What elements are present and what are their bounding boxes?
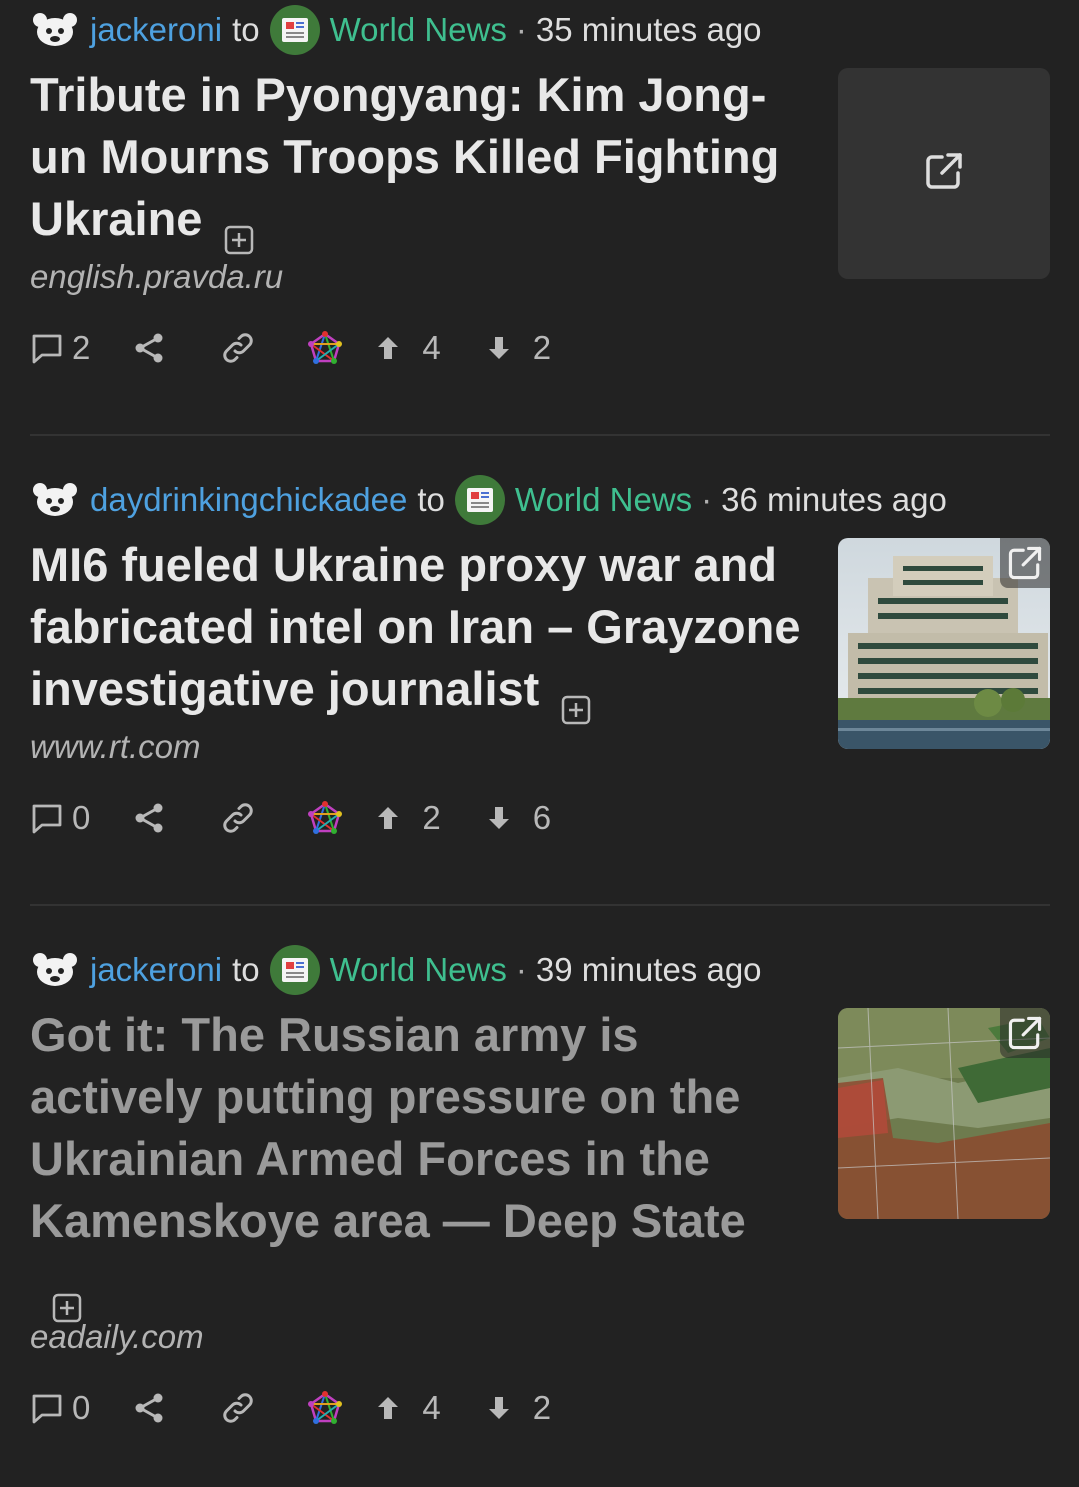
arrow-up-icon (378, 337, 399, 359)
community-link[interactable]: World News (330, 951, 507, 989)
external-link-icon (1000, 1008, 1050, 1058)
downvote-count: 2 (532, 329, 552, 366)
fediverse-button[interactable] (308, 801, 343, 835)
separator-dot: · (515, 951, 527, 988)
post-meta: daydrinkingchickadee to World News · 36 … (30, 475, 947, 525)
post-actions: 0 4 2 (30, 1383, 551, 1433)
post-meta: jackeroni to World News · 39 minutes ago (30, 945, 762, 995)
fediverse-icon (308, 331, 343, 364)
comment-count: 0 (72, 1389, 91, 1426)
post-domain[interactable]: eadaily.com (30, 1318, 204, 1356)
to-label: to (232, 11, 260, 48)
upvote-count: 4 (422, 1389, 441, 1426)
post-divider (30, 904, 1050, 906)
share-button[interactable] (132, 1391, 166, 1425)
upvote-button[interactable]: 4 (372, 329, 441, 367)
upvote-count: 4 (422, 329, 441, 366)
to-label: to (232, 951, 260, 988)
post-title-text[interactable]: MI6 fueled Ukraine proxy war and fabrica… (30, 538, 800, 715)
comments-button[interactable]: 2 (30, 329, 90, 367)
link-icon (223, 803, 254, 833)
share-icon (135, 333, 163, 363)
post-divider (30, 434, 1050, 436)
user-avatar-icon[interactable] (30, 950, 80, 990)
link-thumbnail-placeholder[interactable] (838, 68, 1050, 279)
comment-icon (32, 1394, 62, 1424)
separator-dot: · (515, 11, 527, 48)
post-title-text[interactable]: Got it: The Russian army is actively put… (30, 1008, 746, 1247)
fediverse-button[interactable] (308, 1391, 343, 1425)
post-thumbnail-image[interactable] (838, 1008, 1050, 1219)
share-button[interactable] (132, 331, 166, 365)
fediverse-button[interactable] (308, 331, 343, 365)
fediverse-icon (308, 801, 343, 834)
copy-link-button[interactable] (218, 798, 258, 838)
user-link[interactable]: daydrinkingchickadee (90, 481, 407, 519)
post-title[interactable]: MI6 fueled Ukraine proxy war and fabrica… (30, 534, 820, 724)
expand-icon[interactable] (561, 678, 591, 724)
comments-button[interactable]: 0 (30, 799, 90, 837)
arrow-up-icon (378, 1397, 399, 1419)
user-link[interactable]: jackeroni (90, 951, 222, 989)
comments-button[interactable]: 0 (30, 1389, 90, 1427)
separator-dot: · (701, 481, 713, 518)
downvote-count: 6 (532, 799, 552, 836)
copy-link-button[interactable] (218, 1388, 258, 1428)
upvote-button[interactable]: 2 (372, 799, 441, 837)
post-domain[interactable]: www.rt.com (30, 728, 201, 766)
post-domain[interactable]: english.pravda.ru (30, 258, 283, 296)
external-link-icon (1000, 538, 1050, 588)
expand-icon[interactable] (52, 1276, 82, 1322)
community-link[interactable]: World News (330, 11, 507, 49)
upvote-button[interactable]: 4 (372, 1389, 441, 1427)
downvote-count: 2 (532, 1389, 552, 1426)
external-link-icon (922, 149, 966, 198)
upvote-count: 2 (422, 799, 441, 836)
downvote-button[interactable]: 6 (483, 799, 551, 837)
comment-count: 0 (72, 799, 91, 836)
copy-link-button[interactable] (218, 328, 258, 368)
share-icon (135, 1393, 163, 1423)
user-avatar-icon[interactable] (30, 480, 80, 520)
fediverse-icon (308, 1391, 343, 1424)
link-icon (223, 1393, 254, 1423)
post-actions: 0 2 6 (30, 793, 551, 843)
comment-icon (32, 804, 62, 834)
post-thumbnail-image[interactable] (838, 538, 1050, 749)
post-time: 35 minutes ago (535, 11, 762, 48)
post-time: 36 minutes ago (721, 481, 947, 518)
user-link[interactable]: jackeroni (90, 11, 222, 49)
arrow-down-icon (488, 337, 509, 359)
post-title[interactable]: Got it: The Russian army is actively put… (30, 1004, 790, 1322)
share-icon (135, 803, 163, 833)
link-icon (223, 333, 254, 363)
user-avatar-icon[interactable] (30, 10, 80, 50)
community-newspaper-icon[interactable] (269, 945, 320, 995)
share-button[interactable] (132, 801, 166, 835)
arrow-down-icon (488, 1397, 509, 1419)
arrow-down-icon (488, 807, 509, 829)
downvote-button[interactable]: 2 (483, 329, 551, 367)
post-actions: 2 4 2 (30, 323, 551, 373)
post-title[interactable]: Tribute in Pyongyang: Kim Jong-un Mourns… (30, 64, 810, 254)
community-newspaper-icon[interactable] (269, 5, 320, 55)
to-label: to (417, 481, 445, 518)
downvote-button[interactable]: 2 (483, 1389, 551, 1427)
post-meta: jackeroni to World News · 35 minutes ago (30, 5, 762, 55)
community-link[interactable]: World News (515, 481, 692, 519)
post-title-text[interactable]: Tribute in Pyongyang: Kim Jong-un Mourns… (30, 68, 779, 245)
post-time: 39 minutes ago (535, 951, 762, 988)
comment-count: 2 (72, 329, 91, 366)
arrow-up-icon (378, 807, 399, 829)
comment-icon (32, 334, 62, 364)
community-newspaper-icon[interactable] (454, 475, 505, 525)
expand-icon[interactable] (224, 208, 254, 254)
